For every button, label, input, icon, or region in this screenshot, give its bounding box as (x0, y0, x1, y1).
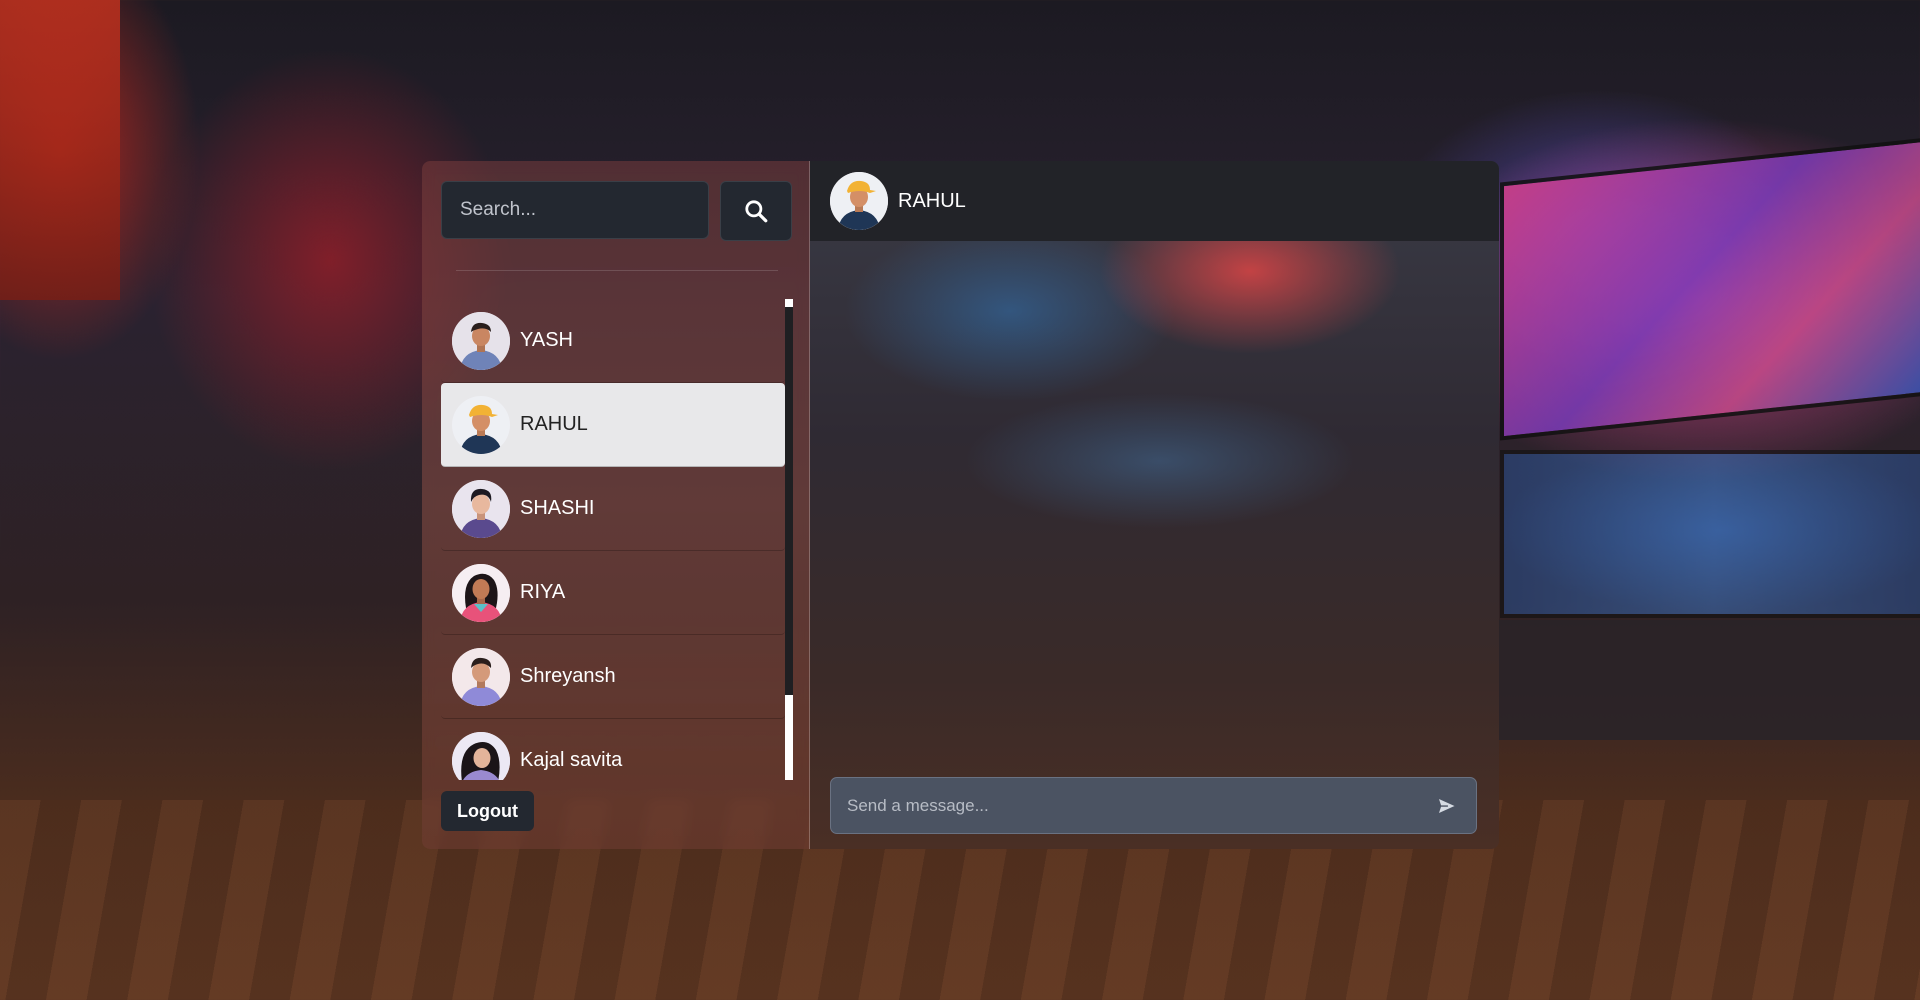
background-monitor (1500, 137, 1920, 441)
background-desk (1480, 620, 1920, 740)
contact-item[interactable]: SHASHI (441, 467, 785, 551)
chat-panel: RAHUL (810, 161, 1499, 849)
chat-header: RAHUL (810, 161, 1499, 241)
avatar-riya (452, 563, 510, 622)
chat-app: YASH RAHUL (422, 161, 1499, 849)
chat-header-name: RAHUL (898, 189, 966, 212)
sidebar: YASH RAHUL (422, 161, 810, 849)
contact-item-active[interactable]: RAHUL (441, 383, 785, 467)
contact-item[interactable]: YASH (441, 299, 785, 383)
avatar-yash (452, 311, 510, 370)
send-button[interactable] (1432, 791, 1462, 821)
contact-name: YASH (520, 329, 573, 351)
search-row (441, 181, 792, 241)
contact-name: SHASHI (520, 497, 595, 519)
avatar-kajal (452, 731, 510, 780)
send-icon (1436, 795, 1458, 816)
contact-name: RAHUL (520, 413, 588, 435)
logout-button[interactable]: Logout (441, 791, 534, 831)
search-icon (745, 200, 768, 223)
contact-list: YASH RAHUL SHASHI RIYA Shreyansh Kajal s… (441, 299, 785, 780)
avatar-shashi (452, 479, 510, 538)
contact-name: RIYA (520, 581, 566, 603)
search-input[interactable] (441, 181, 709, 239)
contact-name: Kajal savita (520, 749, 623, 771)
contact-item[interactable]: Shreyansh (441, 635, 785, 719)
contact-list-scrollbar[interactable] (785, 299, 793, 780)
avatar-shreyansh (452, 647, 510, 706)
background-screens (1500, 450, 1920, 618)
background-decor-left (0, 0, 120, 300)
message-bar (830, 777, 1477, 834)
contact-item[interactable]: Kajal savita (441, 719, 785, 780)
contact-item[interactable]: RIYA (441, 551, 785, 635)
contact-name: Shreyansh (520, 665, 616, 687)
avatar-rahul (452, 395, 510, 454)
scrollbar-thumb[interactable] (785, 307, 793, 695)
message-input[interactable] (845, 794, 1432, 817)
search-button[interactable] (720, 181, 792, 241)
avatar-rahul (830, 172, 888, 230)
sidebar-divider (456, 270, 778, 271)
